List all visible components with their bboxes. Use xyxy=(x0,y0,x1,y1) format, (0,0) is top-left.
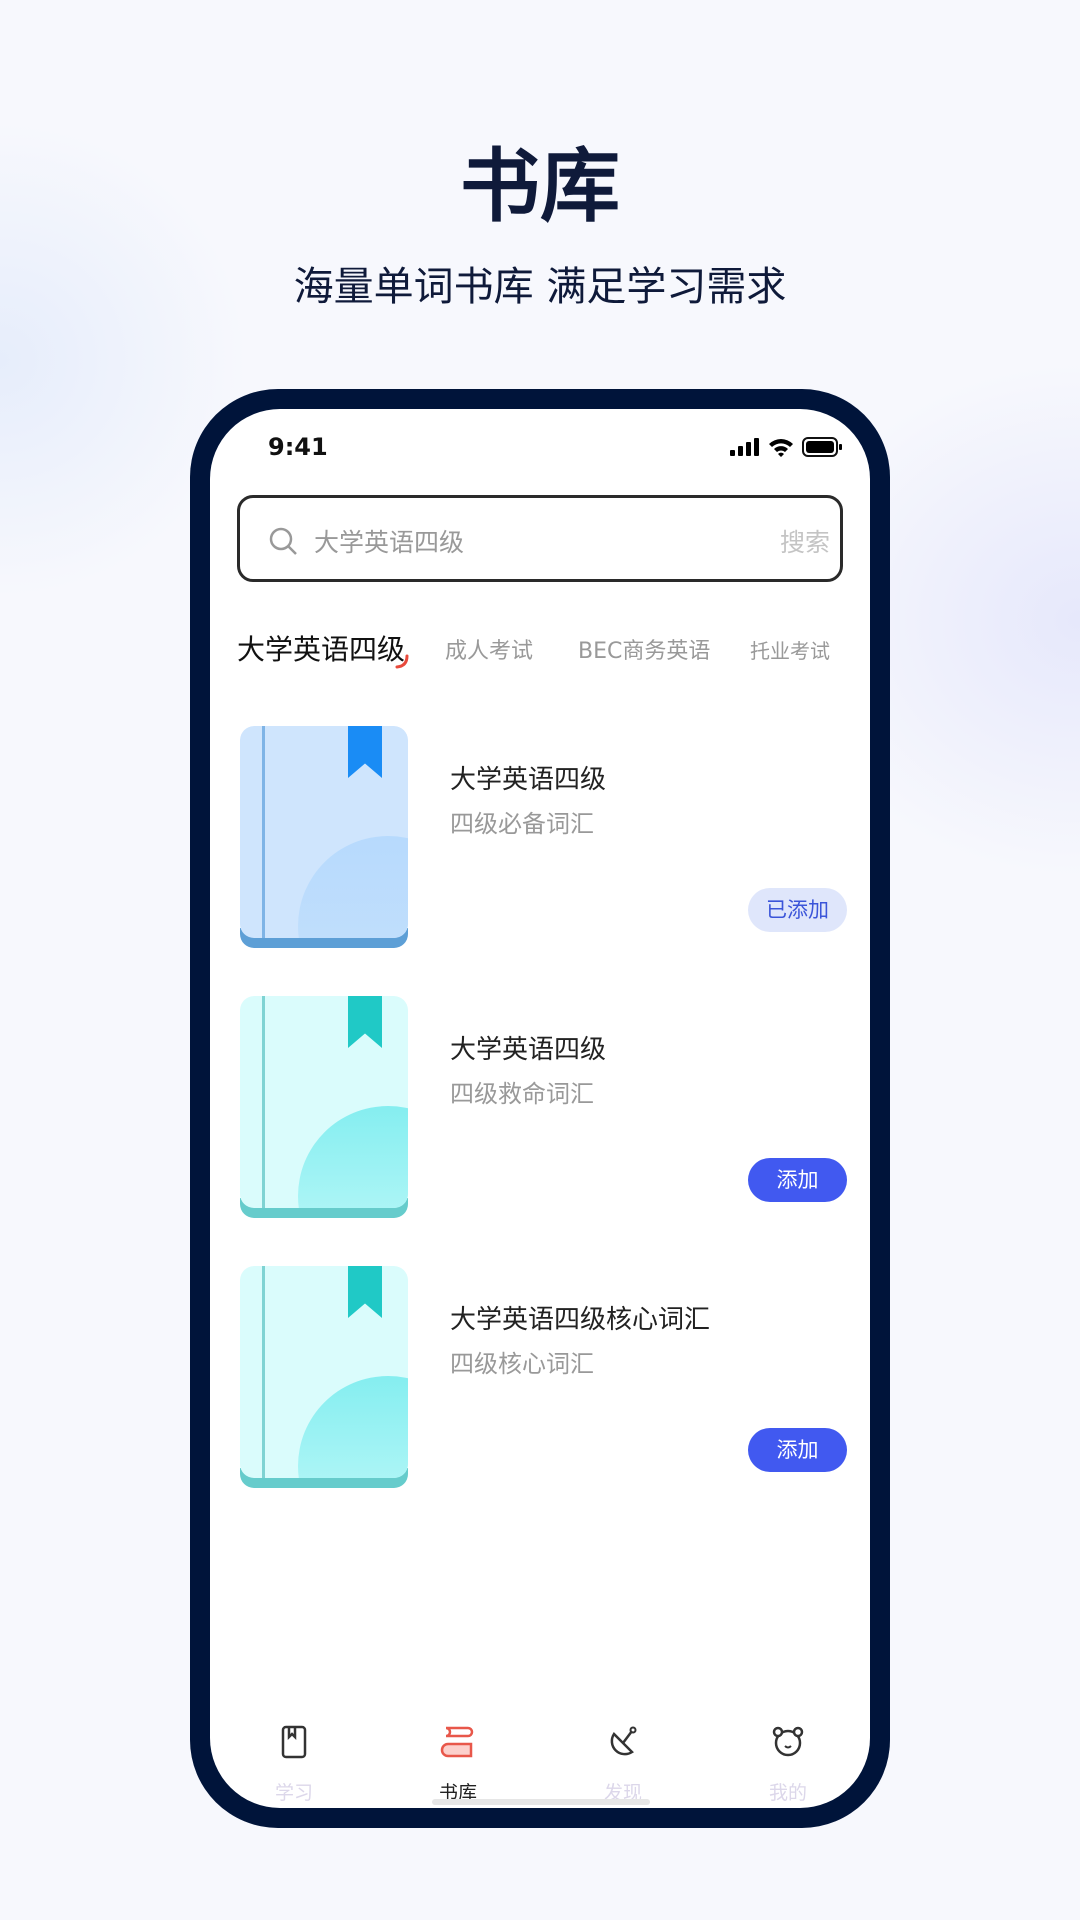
search-button[interactable]: 搜索 xyxy=(780,523,830,559)
status-icons xyxy=(730,437,842,457)
battery-icon xyxy=(802,437,842,457)
book-cover xyxy=(240,726,408,948)
satellite-dish-icon xyxy=(610,1726,637,1756)
bear-icon xyxy=(772,1726,804,1757)
nav-label: 我的 xyxy=(768,1782,807,1804)
book-title: 大学英语四级 xyxy=(450,765,607,795)
book-title: 大学英语四级核心词汇 xyxy=(450,1305,711,1335)
active-tab-indicator xyxy=(395,654,409,669)
book-item[interactable]: 大学英语四级核心词汇 四级核心词汇 添加 xyxy=(210,1266,870,1506)
book-title: 大学英语四级 xyxy=(450,1035,607,1065)
nav-item-0[interactable]: 学习 xyxy=(234,1724,354,1805)
add-button[interactable]: 添加 xyxy=(748,1428,847,1472)
tab-toeic[interactable]: 托业考试 xyxy=(750,635,830,664)
book-subtitle: 四级必备词汇 xyxy=(450,810,594,838)
book-cover xyxy=(240,1266,408,1488)
page-title: 书库 xyxy=(460,140,620,233)
search-input[interactable]: 大学英语四级 xyxy=(314,523,464,559)
home-indicator xyxy=(432,1799,650,1805)
book-icon xyxy=(281,1725,307,1759)
book-item[interactable]: 大学英语四级 四级必备词汇 已添加 xyxy=(210,726,870,966)
page-subtitle: 海量单词书库 满足学习需求 xyxy=(293,264,787,310)
nav-item-3[interactable]: 我的 xyxy=(728,1724,848,1805)
signal-icon xyxy=(730,438,759,456)
nav-item-1[interactable]: 书库 xyxy=(398,1724,518,1805)
added-button[interactable]: 已添加 xyxy=(748,888,847,932)
phone-frame: 9:41 大学英语四级 搜索 大学英语四级 成人考试 BEC商务英语 托业考试 … xyxy=(190,389,890,1828)
library-icon xyxy=(440,1726,474,1758)
add-button[interactable]: 添加 xyxy=(748,1158,847,1202)
book-subtitle: 四级救命词汇 xyxy=(450,1080,594,1108)
tab-label: 大学英语四级 xyxy=(237,633,406,666)
book-item[interactable]: 大学英语四级 四级救命词汇 添加 xyxy=(210,996,870,1236)
wifi-icon xyxy=(769,439,793,457)
tab-adult-exam[interactable]: 成人考试 xyxy=(445,633,533,665)
nav-item-2[interactable]: 发现 xyxy=(563,1724,683,1805)
search-icon xyxy=(269,527,297,555)
search-bar[interactable]: 大学英语四级 搜索 xyxy=(237,495,843,582)
book-cover xyxy=(240,996,408,1218)
bookmark-icon xyxy=(348,726,382,778)
nav-label: 学习 xyxy=(274,1782,313,1804)
tab-bec[interactable]: BEC商务英语 xyxy=(578,633,710,665)
phone-screen: 9:41 大学英语四级 搜索 大学英语四级 成人考试 BEC商务英语 托业考试 … xyxy=(210,409,870,1808)
book-subtitle: 四级核心词汇 xyxy=(450,1350,594,1378)
bookmark-icon xyxy=(348,1266,382,1318)
tab-cet4[interactable]: 大学英语四级 xyxy=(237,628,409,669)
status-time: 9:41 xyxy=(268,433,328,461)
bookmark-icon xyxy=(348,996,382,1048)
